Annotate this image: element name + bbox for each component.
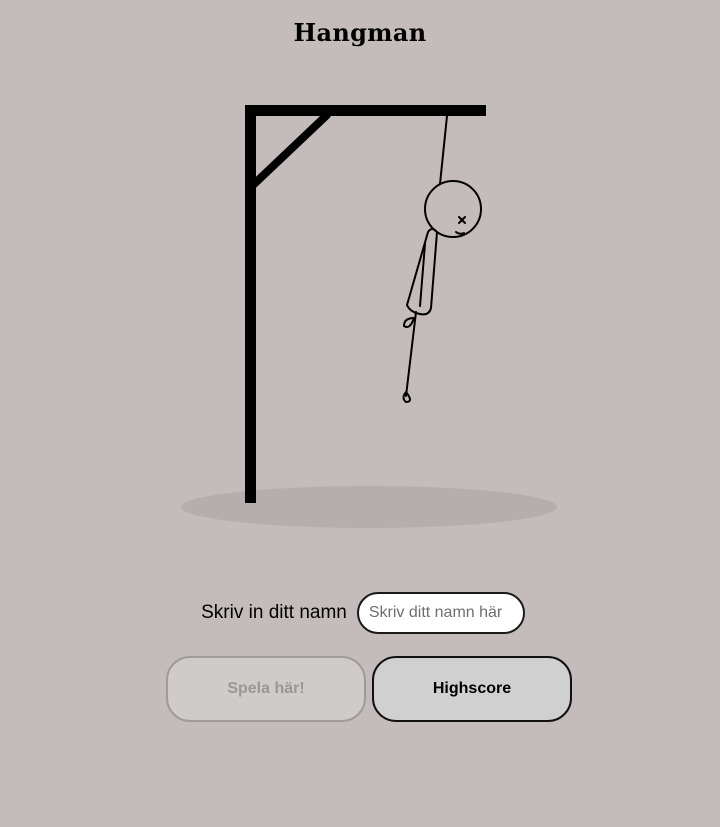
highscore-button[interactable]: Highscore	[372, 656, 572, 722]
gallows-brace	[249, 111, 331, 189]
gallows-post	[245, 105, 256, 503]
ground-shadow	[181, 486, 557, 528]
hanged-figure-icon	[402, 115, 482, 403]
gallows-icon	[245, 105, 486, 503]
name-form: Skriv in ditt namn	[0, 592, 720, 634]
rope	[439, 115, 448, 185]
hangman-scene	[181, 105, 557, 528]
name-label: Skriv in ditt namn	[201, 602, 347, 623]
gallows-beam	[245, 105, 486, 116]
play-button[interactable]: Spela här!	[166, 656, 366, 722]
name-input[interactable]	[356, 592, 525, 634]
